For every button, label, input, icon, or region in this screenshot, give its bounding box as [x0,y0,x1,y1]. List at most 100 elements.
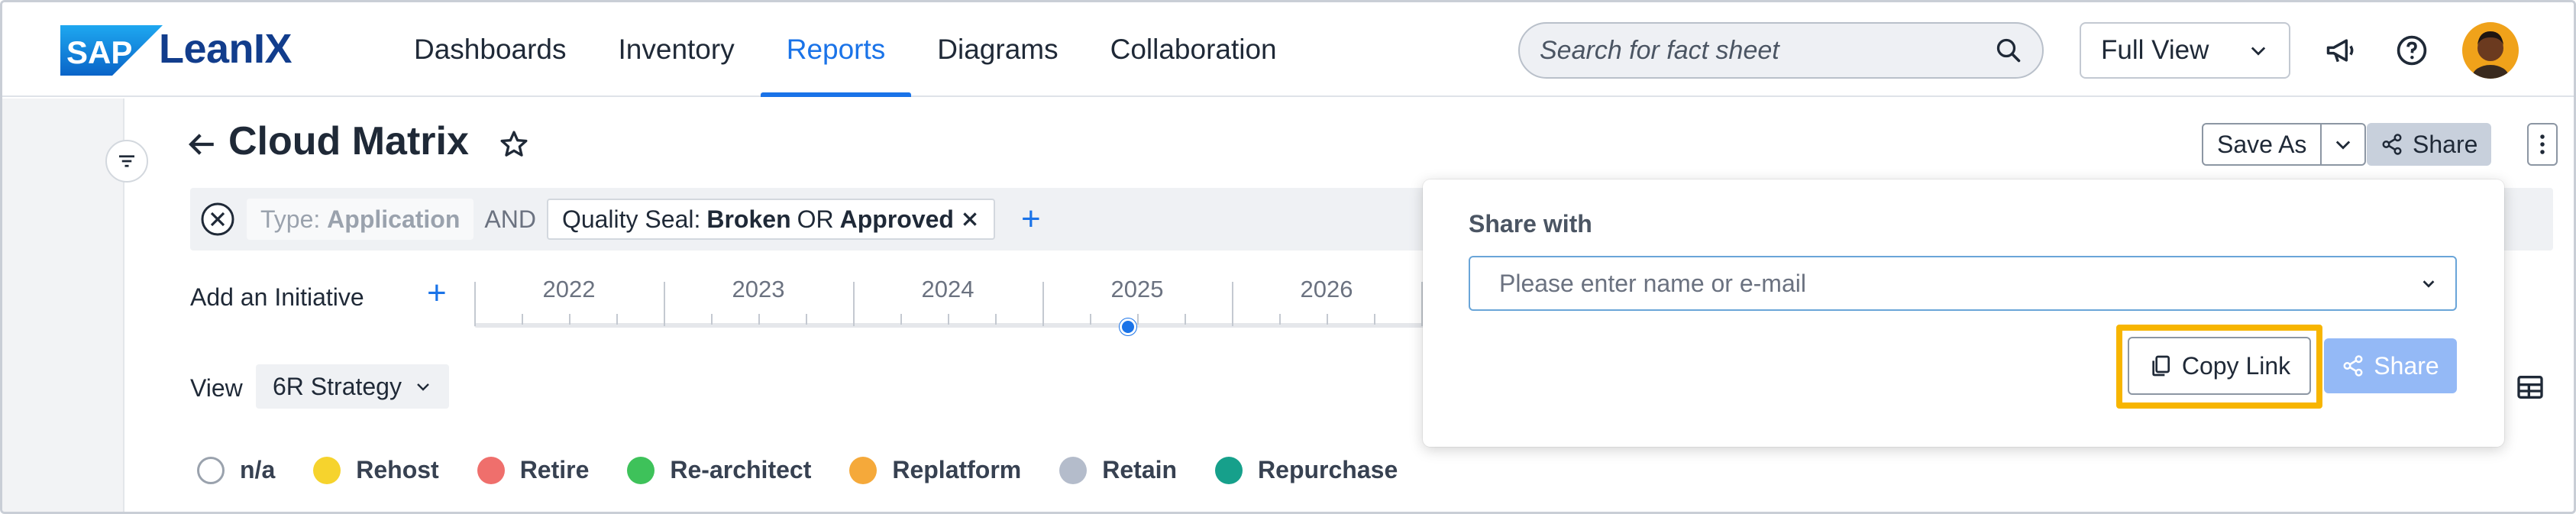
sap-logo[interactable]: SAP [60,25,163,76]
nav-reports[interactable]: Reports [760,2,912,97]
share-submit-button[interactable]: Share [2324,338,2457,393]
chevron-down-icon [2251,47,2266,56]
copy-icon [2152,355,2170,377]
announcement-icon[interactable] [2322,31,2360,70]
legend-dot [477,456,505,484]
timeline-tick [522,314,523,325]
remove-filter-icon[interactable] [960,209,980,229]
copy-link-button[interactable]: Copy Link [2128,337,2311,395]
timeline-year[interactable]: 2026 [1232,276,1421,303]
timeline-tick [900,314,902,325]
clear-filters-icon[interactable] [199,201,236,238]
add-filter-button[interactable]: + [1021,200,1041,238]
timeline-tick [1279,314,1281,325]
filter-seal-value-2: Approved [839,205,954,233]
timeline-year[interactable]: 2023 [664,276,853,303]
legend-item-retain[interactable]: Retain [1059,456,1177,484]
timeline: 2022 2023 2024 2025 2026 [474,271,1429,329]
view-dropdown-value: 6R Strategy [273,372,402,400]
share-icon [2343,355,2363,377]
search-icon[interactable] [1995,37,2022,64]
brand-name[interactable]: LeanIX [159,25,293,73]
timeline-year[interactable]: 2024 [853,276,1042,303]
timeline-tick [616,314,618,325]
nav-collaboration[interactable]: Collaboration [1084,2,1303,97]
legend-item-replatform[interactable]: Replatform [849,456,1021,484]
legend-label: n/a [240,456,276,483]
filter-toggle-button[interactable] [105,140,148,183]
legend-label: Rehost [356,456,439,483]
timeline-year[interactable]: 2022 [474,276,664,303]
timeline-tick [758,314,760,325]
timeline-year[interactable]: 2025 [1042,276,1232,303]
nav-diagrams[interactable]: Diagrams [911,2,1084,97]
timeline-tick [995,314,997,325]
timeline-tick [1374,314,1375,325]
legend-item-rehost[interactable]: Rehost [313,456,439,484]
timeline-tick [948,314,949,325]
help-icon[interactable] [2393,31,2431,70]
legend-item-na[interactable]: n/a [197,456,275,484]
timeline-tick [1327,314,1328,325]
copy-link-label: Copy Link [2181,351,2291,380]
share-button[interactable]: Share [2367,123,2492,166]
favorite-star-icon[interactable] [499,129,529,160]
filter-type-value: Application [327,205,461,233]
main-nav: Dashboards Inventory Reports Diagrams Co… [388,2,1303,97]
timeline-tick [1090,314,1091,325]
legend-label: Retain [1102,456,1178,483]
view-select[interactable]: Full View [2080,22,2290,79]
add-initiative-button[interactable]: + [427,274,447,312]
search-placeholder: Search for fact sheet [1540,35,1779,65]
user-avatar[interactable] [2462,22,2519,79]
top-header: SAP LeanIX Dashboards Inventory Reports … [2,2,2574,97]
filter-or-label: OR [797,205,834,233]
nav-inventory[interactable]: Inventory [593,2,761,97]
legend-dot [313,456,341,484]
legend-item-re-architect[interactable]: Re-architect [627,456,811,484]
filter-chip-type[interactable]: Type: Application [247,199,474,240]
nav-dashboards[interactable]: Dashboards [388,2,593,97]
search-box[interactable]: Search for fact sheet [1518,22,2044,79]
share-popover-title: Share with [1469,210,1592,238]
filter-chip-quality-seal[interactable]: Quality Seal: Broken OR Approved [546,199,995,240]
legend-dot [627,456,655,484]
back-arrow-icon[interactable] [186,128,218,160]
save-as-button[interactable]: Save As [2203,124,2322,164]
legend: n/a Rehost Retire Re-architect Replatfor… [197,456,1398,484]
legend-item-repurchase[interactable]: Repurchase [1215,456,1398,484]
legend-label: Retire [519,456,590,483]
save-as-group: Save As [2202,123,2367,166]
share-recipient-placeholder: Please enter name or e-mail [1499,269,1806,297]
timeline-tick [1185,314,1186,325]
legend-label: Replatform [892,456,1022,483]
share-popover: Share with Please enter name or e-mail C… [1423,179,2504,447]
legend-label: Re-architect [670,456,812,483]
app-window: SAP LeanIX Dashboards Inventory Reports … [0,0,2576,514]
filter-seal-value-1: Broken [706,205,791,233]
page-title: Cloud Matrix [228,119,469,163]
share-submit-label: Share [2374,351,2439,380]
sap-logo-text: SAP [66,34,132,70]
share-icon [2382,134,2402,155]
legend-dot [1215,456,1243,484]
legend-dot [849,456,878,484]
chevron-down-icon[interactable] [2420,275,2437,292]
timeline-current-date-handle[interactable] [1120,318,1136,335]
table-view-icon[interactable] [2515,372,2545,402]
timeline-tick [711,314,713,325]
share-button-label: Share [2413,130,2478,158]
legend-item-retire[interactable]: Retire [477,456,590,484]
filter-type-prefix: Type: [260,205,321,233]
filter-icon [119,155,134,167]
save-as-dropdown[interactable] [2322,124,2364,164]
more-options-button[interactable] [2527,123,2558,166]
legend-dot [1059,456,1088,484]
chevron-down-icon [2336,141,2351,150]
add-initiative-label: Add an Initiative [190,283,364,311]
view-dropdown[interactable]: 6R Strategy [256,364,449,409]
share-recipient-input[interactable]: Please enter name or e-mail [1469,256,2457,311]
timeline-tick [806,314,807,325]
legend-dot [197,456,225,484]
legend-label: Repurchase [1258,456,1398,483]
